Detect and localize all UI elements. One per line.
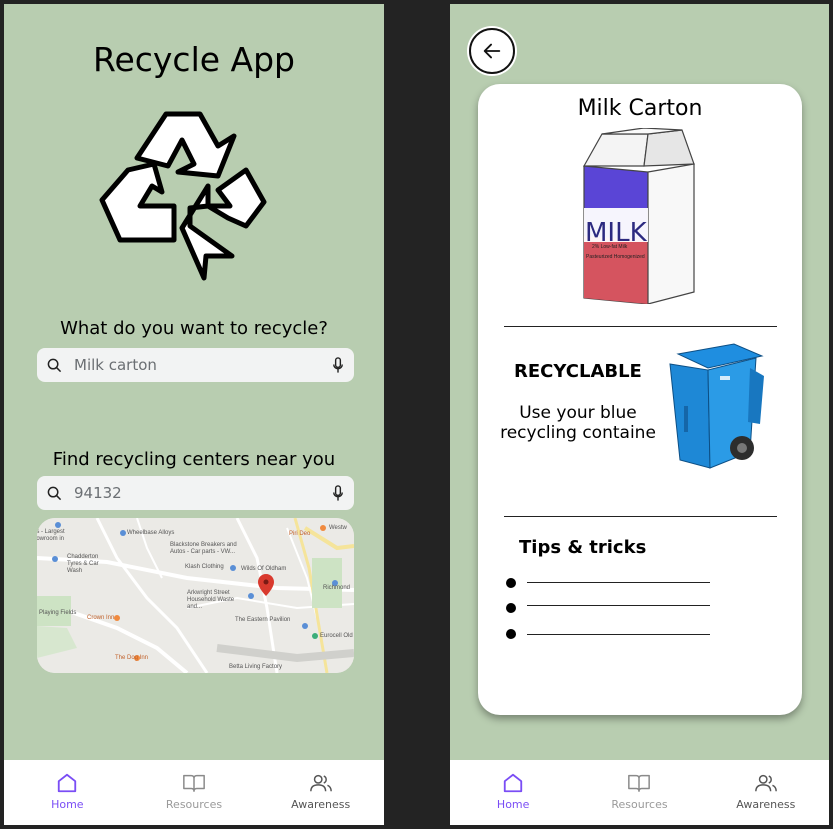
map-label: Wilds Of Oldham — [241, 566, 287, 572]
map-label: Betta Living Factory — [229, 664, 283, 670]
arrow-left-icon — [483, 43, 501, 59]
users-icon — [754, 774, 777, 792]
map-label: Westw — [329, 525, 347, 531]
bullet — [506, 603, 516, 613]
microphone-icon[interactable] — [332, 356, 344, 374]
tip-line — [527, 634, 710, 635]
back-button[interactable] — [469, 28, 515, 74]
map-label: Klash Clothing — [185, 564, 224, 570]
divider — [504, 326, 777, 327]
nav-resources-label: Resources — [611, 798, 668, 811]
search-icon — [47, 486, 62, 500]
recycle-logo-icon — [99, 111, 267, 281]
item-card: Milk Carton MILK 2% Low-fat Milk Pasteur… — [478, 84, 802, 715]
carton-subtext-2: Pasteurized Homogenized — [586, 254, 645, 260]
book-icon — [183, 774, 205, 793]
map-label: Playing Fields — [39, 610, 77, 616]
bottom-nav: Home Resources Awareness — [450, 760, 829, 825]
bullet — [506, 578, 516, 588]
nav-home[interactable]: Home — [450, 760, 576, 825]
map-label: The Dog Inn — [115, 655, 149, 661]
find-centers-label: Find recycling centers near you — [52, 449, 336, 470]
nav-awareness[interactable]: Awareness — [703, 760, 829, 825]
app-title: Recycle App — [93, 40, 295, 79]
map-label: Richmond — [323, 585, 351, 591]
tip-line — [527, 605, 710, 606]
map-label: Blackstone Breakers and Autos - Car part… — [170, 542, 237, 555]
blue-recycling-bin-image — [669, 343, 764, 469]
microphone-icon[interactable] — [332, 484, 344, 502]
nav-home-label: Home — [496, 798, 530, 811]
map-label: The Eastern Pavilion — [235, 617, 291, 623]
nav-resources[interactable]: Resources — [576, 760, 702, 825]
map-label: ns - Largest howroom in — [37, 529, 65, 542]
carton-subtext: 2% Low-fat Milk — [592, 244, 628, 250]
nav-resources[interactable]: Resources — [131, 760, 258, 825]
recyclable-status: RECYCLABLE — [514, 361, 642, 382]
book-icon — [628, 774, 651, 793]
map-label: Eurocell Old — [320, 633, 353, 639]
recycle-instruction: Use your blue recycling containe — [500, 403, 656, 443]
divider — [504, 516, 777, 517]
home-screen: Recycle App What do you want to recycle?… — [4, 4, 384, 825]
map-label: Arkwright Street Household Waste and... — [187, 590, 235, 610]
nav-awareness-label: Awareness — [736, 798, 796, 811]
map-label: Piri Deo — [289, 531, 311, 537]
search-icon — [47, 358, 62, 372]
bottom-nav: Home Resources Awareness — [4, 760, 384, 825]
milk-carton-image: MILK 2% Low-fat Milk Pasteurized Homogen… — [582, 128, 695, 304]
recycling-centers-map[interactable]: ns - Largest howroom in Wheelbase Alloys… — [37, 518, 354, 673]
home-icon — [503, 773, 523, 793]
map-label: Wheelbase Alloys — [127, 530, 175, 536]
nav-home[interactable]: Home — [4, 760, 131, 825]
location-search-input[interactable]: 94132 — [37, 476, 354, 510]
tips-title: Tips & tricks — [519, 537, 647, 558]
item-title: Milk Carton — [577, 96, 703, 121]
item-detail-screen: Milk Carton MILK 2% Low-fat Milk Pasteur… — [450, 4, 829, 825]
item-search-input[interactable]: Milk carton — [37, 348, 354, 382]
users-icon — [309, 774, 332, 792]
nav-resources-label: Resources — [165, 798, 223, 811]
map-label: Crown Inn — [87, 615, 115, 621]
tip-line — [527, 582, 710, 583]
bullet — [506, 629, 516, 639]
location-search-value: 94132 — [74, 484, 122, 502]
map-label: Chadderton Tyres & Car Wash — [67, 554, 99, 574]
nav-awareness[interactable]: Awareness — [257, 760, 384, 825]
nav-awareness-label: Awareness — [291, 798, 351, 811]
item-search-value: Milk carton — [74, 356, 157, 374]
nav-home-label: Home — [51, 798, 84, 811]
home-icon — [58, 773, 77, 793]
recycle-question: What do you want to recycle? — [60, 318, 328, 339]
